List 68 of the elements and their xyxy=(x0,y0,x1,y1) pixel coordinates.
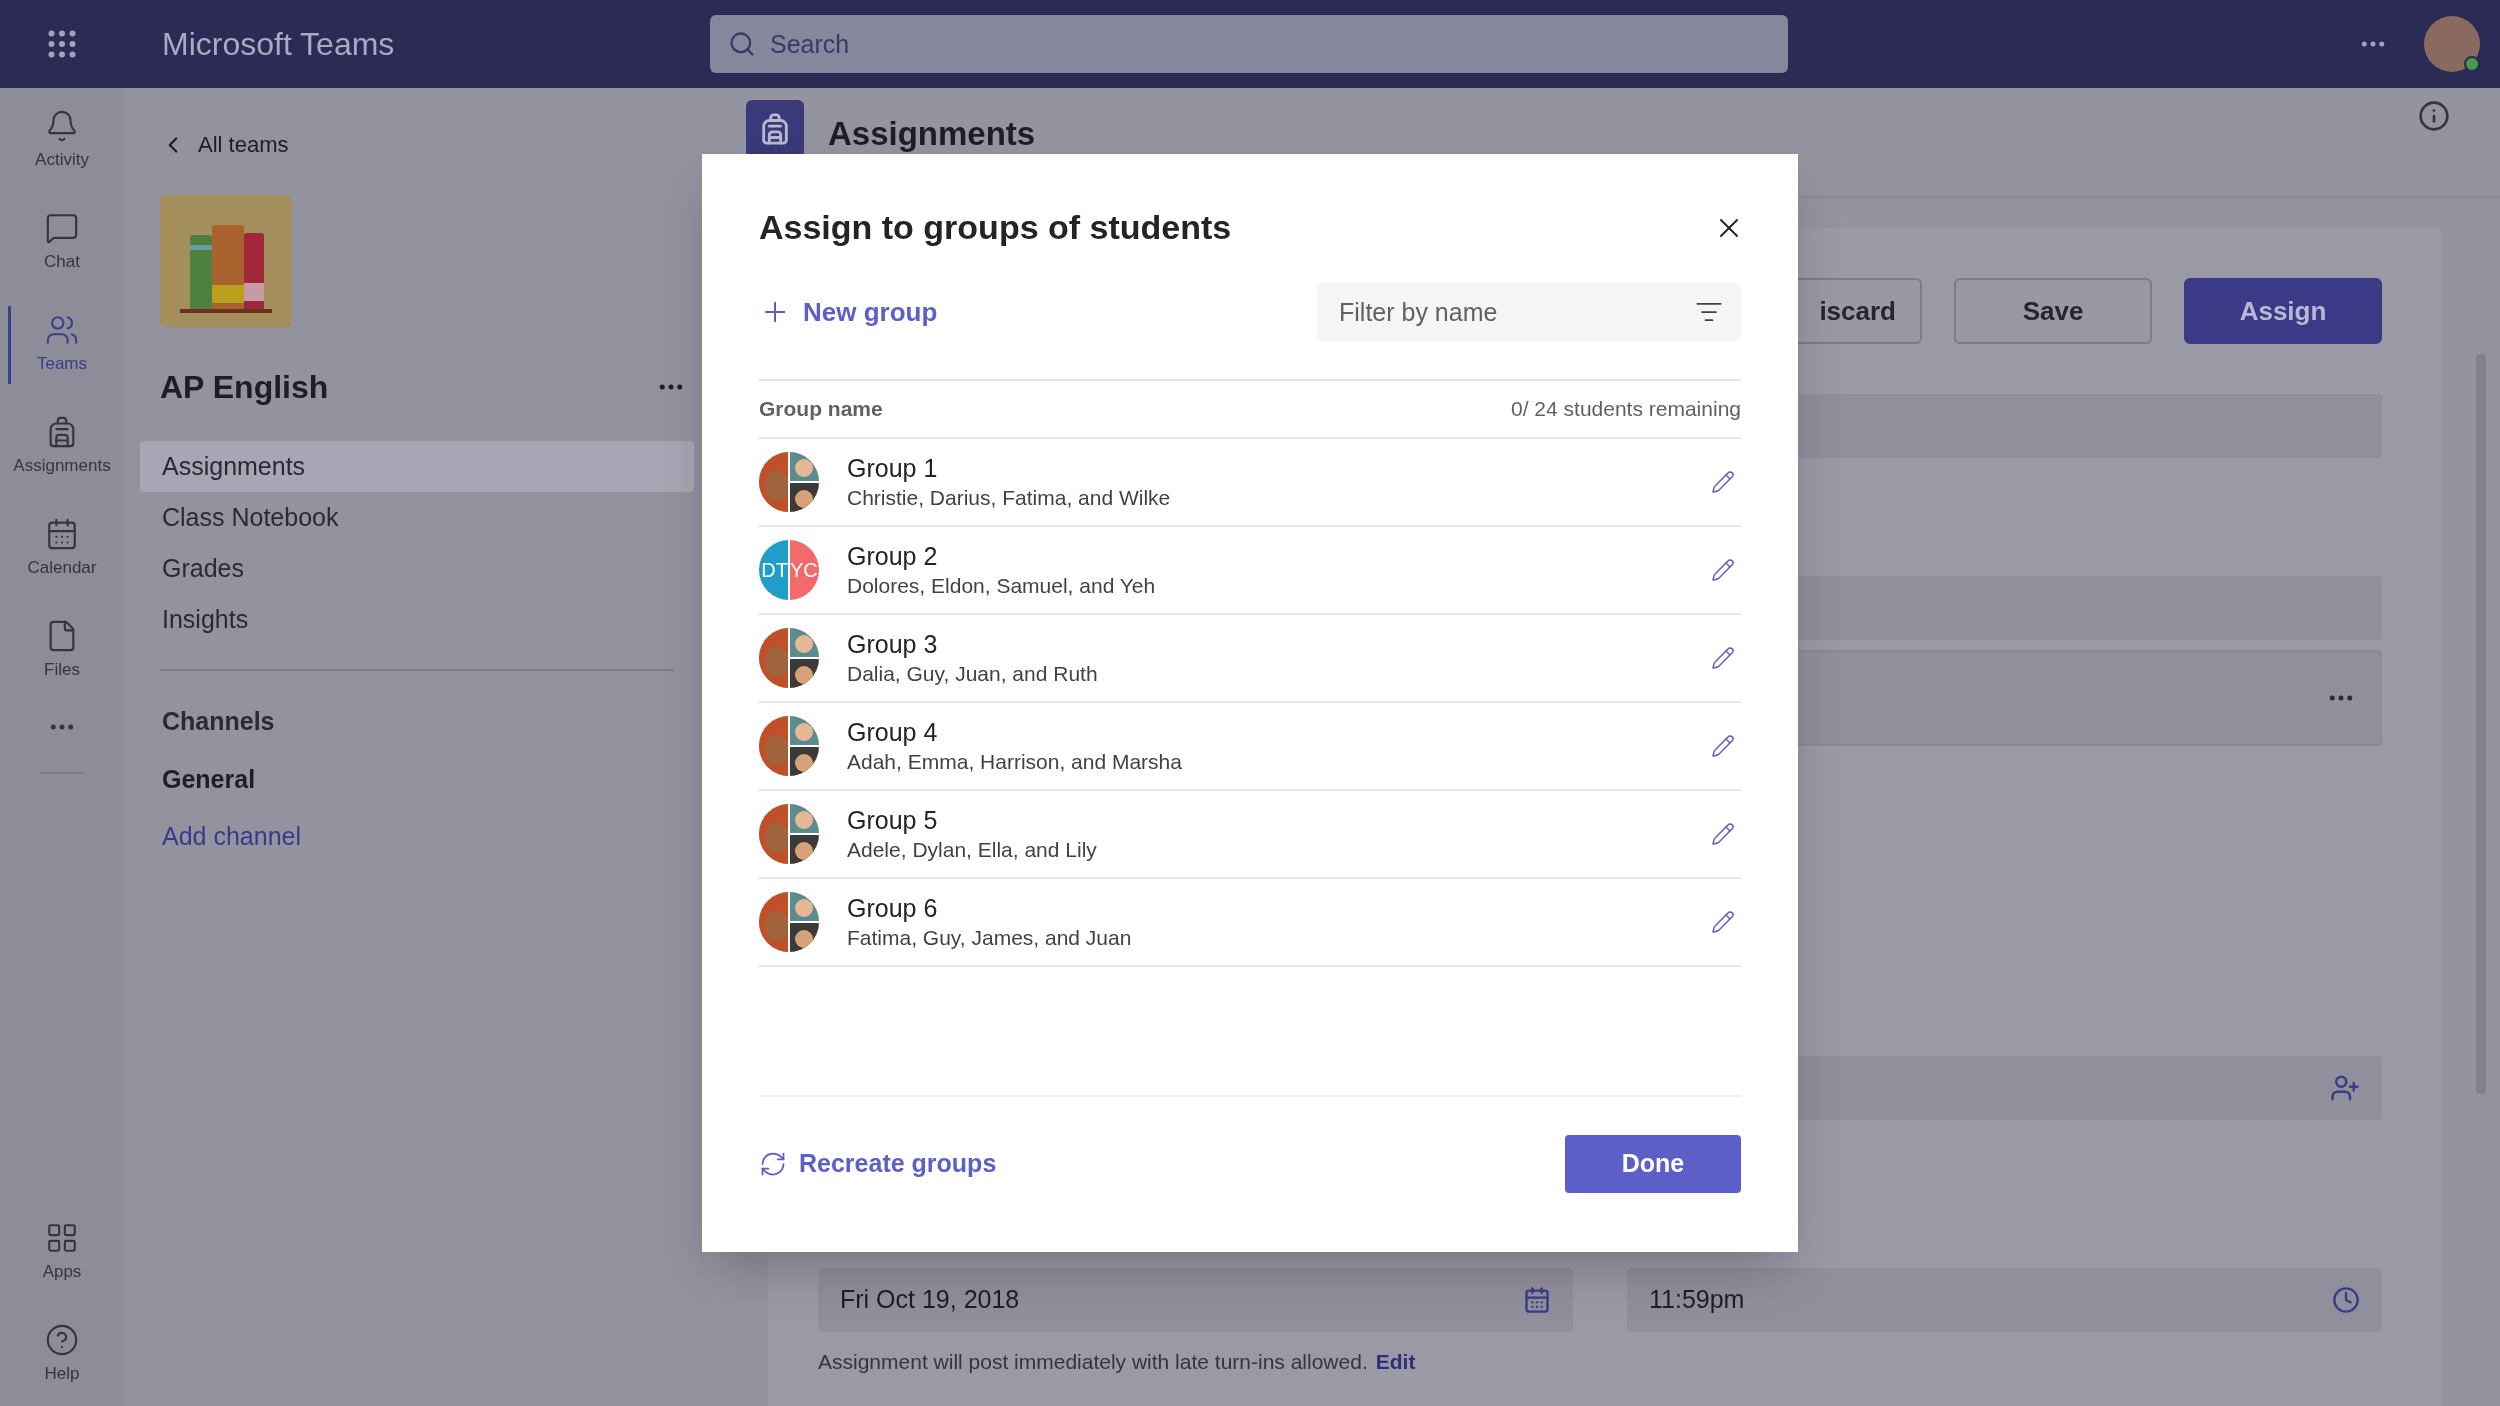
pencil-icon[interactable] xyxy=(1711,558,1735,582)
channel-item[interactable]: General xyxy=(162,760,694,798)
pencil-icon[interactable] xyxy=(1711,734,1735,758)
group-row[interactable]: Group 6 Fatima, Guy, James, and Juan xyxy=(759,879,1741,967)
calendar-icon xyxy=(45,517,79,552)
group-row[interactable]: Group 1 Christie, Darius, Fatima, and Wilke xyxy=(759,439,1741,527)
sidebar-item[interactable]: Assignments xyxy=(140,441,694,492)
group-members: Adah, Emma, Harrison, and Marsha xyxy=(847,749,1183,775)
rail-item[interactable]: Assignments xyxy=(0,396,124,498)
group-row[interactable]: Group 4 Adah, Emma, Harrison, and Marsha xyxy=(759,703,1741,791)
group-row[interactable]: Group 5 Adele, Dylan, Ella, and Lily xyxy=(759,791,1741,879)
group-name: Group 3 xyxy=(847,629,939,660)
info-icon[interactable] xyxy=(2418,100,2450,132)
rail-item[interactable]: Calendar xyxy=(0,498,124,600)
post-note: Assignment will post immediately with late turn-ins allowed. xyxy=(818,1349,1368,1375)
action-button[interactable]: Save xyxy=(1954,278,2152,344)
add-person-icon[interactable] xyxy=(2330,1073,2360,1103)
app-title: Microsoft Teams xyxy=(162,25,396,64)
group-name: Group 6 xyxy=(847,893,939,924)
edit-link[interactable]: Edit xyxy=(1375,1346,1416,1378)
search-icon xyxy=(728,30,756,58)
done-button[interactable]: Done xyxy=(1565,1135,1741,1193)
rail-item[interactable]: Activity xyxy=(0,90,124,192)
back-link[interactable]: All teams xyxy=(160,128,694,161)
recreate-groups-button[interactable]: Recreate groups xyxy=(759,1145,997,1183)
filter-field[interactable]: Filter by name xyxy=(1317,283,1741,341)
sidebar-item[interactable]: Class Notebook xyxy=(140,492,694,543)
help-icon xyxy=(45,1323,79,1358)
add-channel-link[interactable]: Add channel xyxy=(162,818,694,856)
rail-item[interactable]: Chat xyxy=(0,192,124,294)
team-name: AP English xyxy=(160,368,329,407)
clock-icon xyxy=(2332,1286,2360,1314)
pencil-icon[interactable] xyxy=(1711,470,1735,494)
pencil-icon[interactable] xyxy=(1711,646,1735,670)
page-title: Assignments xyxy=(828,116,1036,152)
new-group-button[interactable]: New group xyxy=(759,292,938,332)
rail-item[interactable]: Files xyxy=(0,600,124,702)
profile-avatar[interactable] xyxy=(2424,16,2480,72)
rail-item[interactable]: Help xyxy=(0,1304,124,1406)
search-field[interactable]: Search xyxy=(710,15,1788,73)
group-name: Group 1 xyxy=(847,453,939,484)
group-members: Dalia, Guy, Juan, and Ruth xyxy=(847,661,1099,687)
bell-icon xyxy=(45,109,79,144)
dialog-title: Assign to groups of students xyxy=(759,207,1232,248)
time-field[interactable]: 11:59pm xyxy=(1627,1268,2382,1332)
group-name: Group 2 xyxy=(847,541,939,572)
rail-item[interactable]: Apps xyxy=(0,1202,124,1304)
channels-heading: Channels xyxy=(162,706,276,737)
group-name: Group 4 xyxy=(847,717,939,748)
group-members: Christie, Darius, Fatima, and Wilke xyxy=(847,485,1172,511)
group-name: Group 5 xyxy=(847,805,939,836)
group-members: Adele, Dylan, Ella, and Lily xyxy=(847,837,1098,863)
action-button[interactable]: Assign xyxy=(2184,278,2382,344)
group-row[interactable]: DTYC Group 2 Dolores, Eldon, Samuel, and Yeh xyxy=(759,527,1741,615)
column-header: 0/ 24 students remaining xyxy=(1511,396,1741,423)
group-members: Fatima, Guy, James, and Juan xyxy=(847,925,1133,951)
chat-icon xyxy=(45,211,79,246)
pencil-icon[interactable] xyxy=(1711,910,1735,934)
rail-item[interactable]: Teams xyxy=(0,294,124,396)
sidebar-item[interactable]: Grades xyxy=(140,543,694,594)
calendar-icon xyxy=(1523,1286,1551,1314)
group-members: Dolores, Eldon, Samuel, and Yeh xyxy=(847,573,1157,599)
group-row[interactable]: Group 3 Dalia, Guy, Juan, and Ruth xyxy=(759,615,1741,703)
refresh-icon xyxy=(759,1150,787,1178)
date-field[interactable]: Fri Oct 19, 2018 xyxy=(818,1268,1573,1332)
pencil-icon[interactable] xyxy=(1711,822,1735,846)
sidebar-item[interactable]: Insights xyxy=(140,594,694,645)
column-header: Group name xyxy=(759,396,883,423)
